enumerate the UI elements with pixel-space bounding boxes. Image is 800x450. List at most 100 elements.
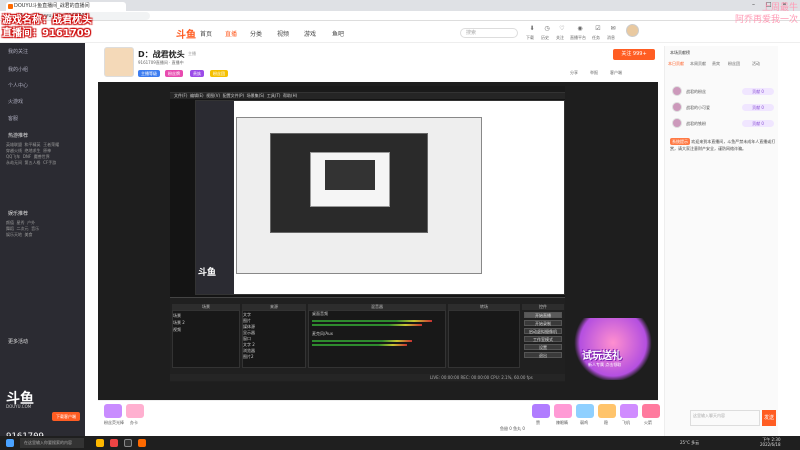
- sidebar-game[interactable]: 和平精英: [25, 142, 41, 147]
- obs-scene-item[interactable]: 场景: [173, 313, 181, 319]
- file-explorer-icon[interactable]: [96, 439, 104, 447]
- gift-card-icon[interactable]: [126, 404, 144, 418]
- contributor-avatar[interactable]: [672, 118, 682, 128]
- taskbar-clock[interactable]: 下午 2:30 2022/6/18: [760, 437, 781, 447]
- sidebar-game[interactable]: 绝地求生: [25, 148, 41, 153]
- sidebar-item-games[interactable]: 火游戏: [8, 98, 23, 105]
- streamer-avatar[interactable]: [104, 47, 134, 77]
- contributor-button[interactable]: 贡献 0: [742, 104, 774, 111]
- sidebar-ent[interactable]: 美食: [25, 232, 33, 237]
- send-button[interactable]: 发送: [762, 410, 776, 426]
- report-button[interactable]: 举报: [590, 70, 598, 76]
- sidebar-game[interactable]: 王者荣耀: [43, 142, 59, 147]
- obs-menu-item[interactable]: 文件(F): [174, 93, 187, 98]
- gift-glowstick-icon[interactable]: [104, 404, 122, 418]
- sidebar-game[interactable]: 穿越火线: [6, 148, 22, 153]
- contributor-name[interactable]: 战君的铁粉: [686, 121, 706, 127]
- sidebar-game[interactable]: CF手游: [43, 160, 56, 165]
- badge-fanclub[interactable]: 粉丝团: [210, 70, 228, 77]
- gift-like-icon[interactable]: [532, 404, 550, 418]
- tab-daily[interactable]: 本日贡献: [668, 61, 684, 67]
- badge-level[interactable]: 主播等级: [138, 70, 160, 77]
- obs-start-stream-button[interactable]: 开始直播: [524, 312, 562, 318]
- sidebar-ent[interactable]: 星秀: [17, 220, 25, 225]
- tab-fanclub[interactable]: 粉丝团: [728, 61, 740, 67]
- obs-start-record-button[interactable]: 开始录制: [524, 320, 562, 326]
- contributor-name[interactable]: 战君的小可爱: [686, 105, 710, 111]
- share-button[interactable]: 分享: [570, 70, 578, 76]
- sidebar-item-follow[interactable]: 我的关注: [8, 48, 28, 55]
- badge-fan[interactable]: 粉丝牌: [165, 70, 183, 77]
- obs-menu-item[interactable]: 帮助(H): [283, 93, 297, 98]
- obs-source-item[interactable]: 图片2: [243, 354, 254, 360]
- search-input[interactable]: 搜索: [460, 28, 518, 38]
- douyu-icon[interactable]: [138, 439, 146, 447]
- obs-scene-item[interactable]: 场景 2: [173, 320, 185, 326]
- sidebar-game[interactable]: 英雄联盟: [6, 142, 22, 147]
- nav-video[interactable]: 视频: [277, 29, 289, 38]
- client-button[interactable]: 客户端: [610, 70, 622, 76]
- obs-virtual-cam-button[interactable]: 启动虚拟摄像机: [524, 328, 562, 334]
- task-icon[interactable]: ☑: [593, 25, 603, 32]
- tab-weekly[interactable]: 本周贡献: [690, 61, 706, 67]
- gift-eyes-icon[interactable]: [554, 404, 572, 418]
- sidebar-game[interactable]: 第五人格: [25, 160, 41, 165]
- contributor-button[interactable]: 贡献 0: [742, 88, 774, 95]
- broadcast-icon[interactable]: ◉: [575, 25, 585, 32]
- sidebar-game[interactable]: QQ飞车: [6, 154, 20, 159]
- chat-input[interactable]: 这里输入聊天内容: [690, 410, 760, 426]
- download-icon[interactable]: ⬇: [527, 25, 537, 32]
- sidebar-game[interactable]: 魔兽世界: [34, 154, 50, 159]
- windows-start-icon[interactable]: [6, 439, 14, 447]
- nav-live[interactable]: 直播: [225, 29, 237, 38]
- nav-category[interactable]: 分类: [250, 29, 262, 38]
- message-icon[interactable]: ✉: [608, 25, 618, 32]
- gift-rocket-icon[interactable]: [642, 404, 660, 418]
- sidebar-ent[interactable]: 二次元: [17, 226, 29, 231]
- contributor-button[interactable]: 贡献 0: [742, 120, 774, 127]
- obs-icon[interactable]: [124, 439, 132, 447]
- sidebar-item-service[interactable]: 客服: [8, 115, 18, 122]
- sidebar-item-group[interactable]: 我的小组: [8, 66, 28, 73]
- obs-menu-item[interactable]: 工具(T): [267, 93, 281, 98]
- download-client-button[interactable]: 下载客户端: [52, 412, 80, 421]
- browser-tab[interactable]: DOUYU斗鱼直播间_战君的直播间: [6, 2, 126, 11]
- sidebar-ent[interactable]: 娱乐天地: [6, 232, 22, 237]
- badge-noble[interactable]: 贵族: [190, 70, 204, 77]
- page-scrollbar[interactable]: [780, 46, 800, 436]
- follow-icon[interactable]: ♡: [557, 25, 567, 32]
- obs-scene-item[interactable]: 视频: [173, 327, 181, 333]
- obs-exit-button[interactable]: 退出: [524, 352, 562, 358]
- contributor-avatar[interactable]: [672, 102, 682, 112]
- obs-menu-item[interactable]: 视图(V): [206, 93, 220, 98]
- user-avatar[interactable]: [626, 24, 639, 37]
- sidebar-ent[interactable]: 舞蹈: [6, 226, 14, 231]
- obs-menu-item[interactable]: 场景集(S): [247, 93, 265, 98]
- sidebar-game[interactable]: 原神: [43, 148, 51, 153]
- contributor-avatar[interactable]: [672, 86, 682, 96]
- gift-chicken-icon[interactable]: [576, 404, 594, 418]
- nav-fishbar[interactable]: 鱼吧: [332, 29, 344, 38]
- contributor-name[interactable]: 战君的粉丝: [686, 89, 706, 95]
- obs-menu-item[interactable]: 配置文件(P): [223, 93, 245, 98]
- gift-plane-icon[interactable]: [620, 404, 638, 418]
- follow-button[interactable]: 关注 999+: [613, 49, 655, 60]
- obs-settings-button[interactable]: 设置: [524, 344, 562, 350]
- obs-studio-mode-button[interactable]: 工作室模式: [524, 336, 562, 342]
- nav-games[interactable]: 游戏: [304, 29, 316, 38]
- weather-widget[interactable]: 25°C 多云: [680, 440, 699, 446]
- minimize-icon[interactable]: –: [752, 1, 755, 8]
- chrome-icon[interactable]: [110, 439, 118, 447]
- obs-menu-item[interactable]: 编辑(E): [190, 93, 204, 98]
- gift-steady-icon[interactable]: [598, 404, 616, 418]
- tab-activity[interactable]: 活动: [752, 61, 760, 67]
- sidebar-item-profile[interactable]: 个人中心: [8, 82, 28, 89]
- sidebar-ent[interactable]: 颜值: [6, 220, 14, 225]
- sidebar-game[interactable]: 永劫无间: [6, 160, 22, 165]
- nav-home[interactable]: 首页: [200, 29, 212, 38]
- history-icon[interactable]: ◷: [542, 25, 552, 32]
- tab-vip[interactable]: 贵宾: [712, 61, 720, 67]
- taskbar-search[interactable]: 在这里输入你要搜索的内容: [20, 438, 84, 448]
- sidebar-ent[interactable]: 音乐: [31, 226, 39, 231]
- douyu-logo[interactable]: 斗鱼: [176, 26, 196, 41]
